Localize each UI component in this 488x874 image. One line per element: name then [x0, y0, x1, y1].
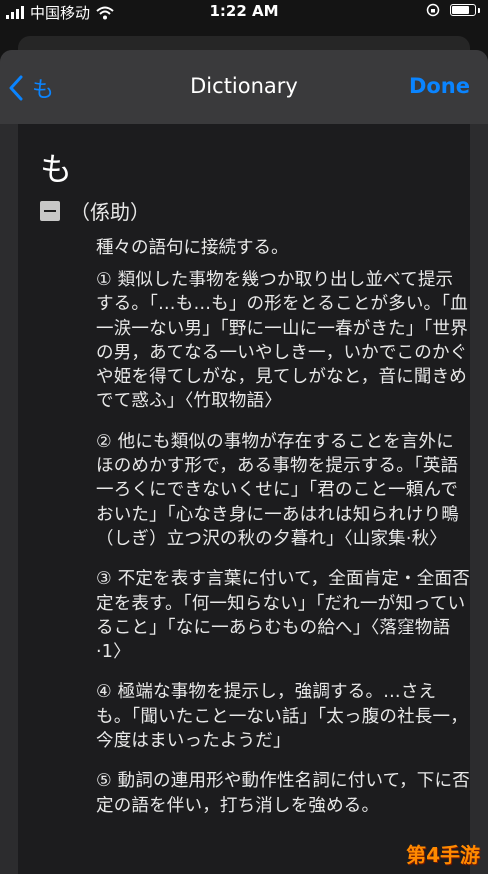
done-button[interactable]: Done	[409, 74, 470, 98]
sense-item: ③ 不定を表す言葉に付いて，全面肯定・全面否定を表す。「何一知らない」「だれ一が…	[96, 569, 470, 663]
part-of-speech-row: （係助）	[40, 196, 150, 225]
sense-item: ② 他にも類似の事物が存在することを言外にほのめかす形で，ある事物を提示する。「…	[96, 431, 459, 549]
headword: も	[40, 150, 73, 188]
orientation-lock-icon	[426, 3, 440, 17]
sense-item: ④ 極端な事物を提示し，強調する。…さえも。「聞いたこと一ない話」「太っ腹の社長…	[96, 682, 468, 752]
definition: 種々の語句に接続する。	[96, 238, 289, 258]
sense-item: ① 類似した事物を幾つか取り出し並べて提示する。「…も…も」の形をとることが多い…	[96, 270, 468, 412]
status-right	[426, 3, 480, 17]
part-of-speech: （係助）	[70, 200, 150, 224]
entry-content: も （係助） 種々の語句に接続する。 ① 類似した事物を幾つか取り出し並べて提示…	[18, 124, 470, 874]
battery-cap	[478, 7, 480, 13]
status-bar: 中国移动 1:22 AM	[0, 0, 488, 24]
battery-icon	[450, 4, 476, 16]
status-time: 1:22 AM	[209, 2, 279, 20]
sense-item: ⑤ 動詞の連用形や動作性名詞に付いて，下に否定の語を伴い，打ち消しを強める。	[96, 771, 470, 816]
collapse-icon[interactable]	[40, 200, 60, 221]
navigation-bar: も Dictionary Done	[0, 50, 488, 124]
sense-list: ① 類似した事物を幾つか取り出し並べて提示する。「…も…も」の形をとることが多い…	[96, 268, 470, 834]
watermark-logo: 第4手游	[406, 843, 480, 867]
